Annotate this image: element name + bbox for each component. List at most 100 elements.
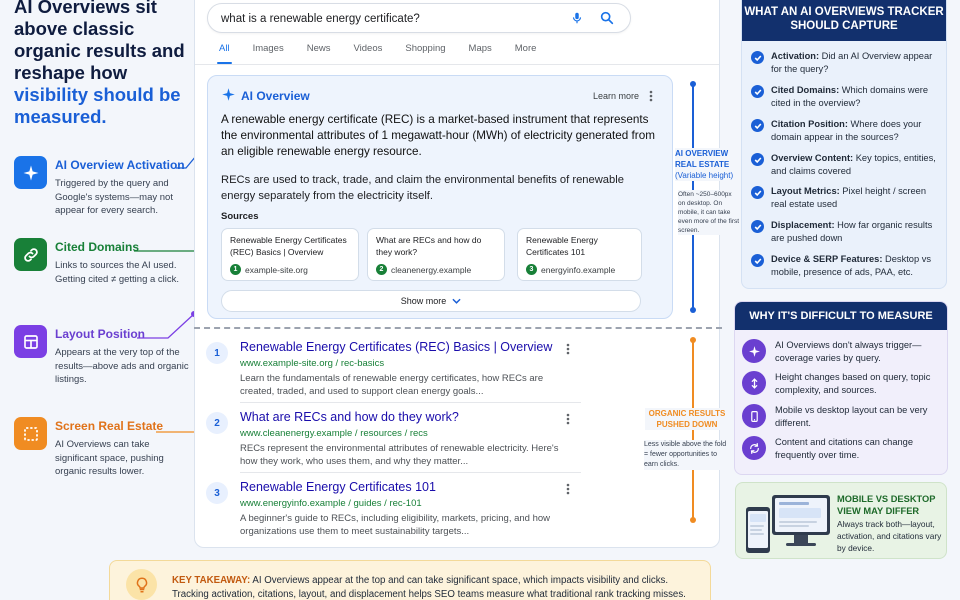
- real-estate-title: AI OVERVIEW REAL ESTATE: [675, 149, 730, 169]
- result-url[interactable]: www.cleanenergy.example / resources / re…: [240, 428, 428, 439]
- title-highlight: visibility should be measured.: [14, 84, 181, 127]
- device-text: Always track both—layout, activation, an…: [837, 519, 942, 553]
- difficulty-text: Content and citations can change frequen…: [775, 437, 914, 460]
- organic-note: Less visible above the fold = fewer oppo…: [644, 440, 728, 470]
- check-icon: [751, 220, 764, 233]
- source-title: Renewable Energy Certificates (REC) Basi…: [230, 235, 347, 257]
- checklist-label: Cited Domains:: [771, 85, 840, 95]
- more-options-icon[interactable]: [649, 89, 653, 107]
- more-options-icon[interactable]: [566, 412, 570, 430]
- source-card[interactable]: What are RECs and how do they work? 2 cl…: [367, 228, 505, 281]
- source-title: Renewable Energy Certificates 101: [526, 235, 598, 257]
- key-takeaway-body: AI Overviews appear at the top and can t…: [172, 575, 686, 600]
- source-domain: energyinfo.example: [541, 265, 616, 275]
- device-heading: MOBILE VS DESKTOP VIEW MAY DIFFER: [837, 494, 936, 516]
- result-snippet: RECs represent the environmental attribu…: [240, 443, 559, 467]
- ai-overview-detail: RECs are used to track, trade, and claim…: [221, 174, 624, 202]
- feature-desc: Links to sources the AI used. Getting ci…: [55, 260, 180, 285]
- more-options-icon[interactable]: [566, 482, 570, 500]
- checklist-label: Overview Content:: [771, 153, 854, 163]
- result-number: 3: [206, 482, 228, 504]
- checklist-label: Activation:: [771, 51, 820, 61]
- real-estate-label: AI OVERVIEW REAL ESTATE (Variable height…: [675, 148, 739, 181]
- ai-overview-summary: A renewable energy certificate (REC) is …: [221, 113, 655, 158]
- result-title-link[interactable]: What are RECs and how do they work?: [240, 410, 459, 424]
- source-card[interactable]: Renewable Energy Certificates 101 3 ener…: [517, 228, 642, 281]
- checklist-label: Displacement:: [771, 220, 835, 230]
- tab-shopping[interactable]: Shopping: [405, 43, 445, 64]
- checklist-label: Device & SERP Features:: [771, 254, 883, 264]
- search-query[interactable]: what is a renewable energy certificate?: [221, 13, 420, 25]
- check-icon: [751, 153, 764, 166]
- source-domain: cleanenergy.example: [391, 265, 472, 275]
- result-title-link[interactable]: Renewable Energy Certificates 101: [240, 480, 436, 494]
- source-domain: example-site.org: [245, 265, 308, 275]
- feature-title: Cited Domains: [55, 240, 140, 254]
- vertical-resize-icon: [742, 371, 766, 395]
- organic-results-rail: [690, 337, 696, 523]
- checklist-label: Layout Metrics:: [771, 186, 840, 196]
- source-card[interactable]: Renewable Energy Certificates (REC) Basi…: [221, 228, 359, 281]
- source-number: 3: [526, 264, 537, 275]
- tab-videos[interactable]: Videos: [353, 43, 382, 64]
- difficulty-panel: WHY IT'S DIFFICULT TO MEASURE AI Overvie…: [734, 301, 948, 475]
- tab-more[interactable]: More: [515, 43, 537, 64]
- result-title-link[interactable]: Renewable Energy Certificates (REC) Basi…: [240, 340, 552, 354]
- ai-overview-box: AI Overview Learn more A renewable energ…: [207, 75, 673, 319]
- more-options-icon[interactable]: [566, 342, 570, 360]
- check-icon: [751, 186, 764, 199]
- result-snippet: Learn the fundamentals of renewable ener…: [240, 373, 544, 397]
- result-number: 2: [206, 412, 228, 434]
- fold-divider: [194, 327, 722, 329]
- source-title: What are RECs and how do they work?: [376, 235, 482, 257]
- sparkle-icon: [14, 156, 47, 189]
- feature-desc: Triggered by the query and Google's syst…: [55, 178, 173, 216]
- tab-all[interactable]: All: [217, 43, 232, 64]
- real-estate-sub: (Variable height): [675, 171, 734, 180]
- real-estate-note: Often ~250–600px on desktop. On mobile, …: [678, 190, 740, 235]
- show-more-button[interactable]: Show more: [221, 290, 641, 312]
- devices-illustration: [746, 495, 830, 553]
- check-icon: [751, 254, 764, 267]
- mic-icon[interactable]: [570, 10, 584, 31]
- checklist-label: Citation Position:: [771, 119, 848, 129]
- search-bar[interactable]: what is a renewable energy certificate?: [207, 3, 631, 33]
- feature-title: Layout Position: [55, 327, 145, 341]
- sparkle-icon: [742, 339, 766, 363]
- tab-images[interactable]: Images: [253, 43, 284, 64]
- check-icon: [751, 51, 764, 64]
- feature-title: Screen Real Estate: [55, 419, 164, 433]
- result-number: 1: [206, 342, 228, 364]
- layout-icon: [14, 325, 47, 358]
- chevron-down-icon: [452, 296, 461, 306]
- feature-desc: Appears at the very top of the results—a…: [55, 347, 189, 385]
- lightbulb-icon: [126, 569, 157, 600]
- mobile-device-icon: [742, 404, 766, 428]
- feature-desc: AI Overviews can take significant space,…: [55, 439, 164, 477]
- check-icon: [751, 85, 764, 98]
- feature-title: AI Overview Activation: [55, 158, 185, 172]
- difficulty-text: AI Overviews don't always trigger—covera…: [775, 340, 922, 363]
- tracker-heading: WHAT AN AI OVERVIEWS TRACKER SHOULD CAPT…: [742, 0, 946, 41]
- result-divider: [240, 402, 581, 403]
- ai-overview-title: AI Overview: [241, 89, 310, 103]
- tracker-checklist-panel: WHAT AN AI OVERVIEWS TRACKER SHOULD CAPT…: [741, 0, 947, 289]
- tab-maps[interactable]: Maps: [469, 43, 492, 64]
- key-takeaway-banner: KEY TAKEAWAY: AI Overviews appear at the…: [109, 560, 711, 600]
- result-url[interactable]: www.energyinfo.example / guides / rec-10…: [240, 498, 422, 509]
- search-icon[interactable]: [599, 10, 615, 31]
- show-more-label: Show more: [400, 296, 447, 306]
- refresh-icon: [742, 436, 766, 460]
- tabs-divider: [195, 64, 719, 65]
- sources-heading: Sources: [221, 211, 259, 222]
- learn-more-link[interactable]: Learn more: [593, 91, 639, 101]
- result-divider: [240, 472, 581, 473]
- frame-icon: [14, 417, 47, 450]
- difficulty-heading: WHY IT'S DIFFICULT TO MEASURE: [735, 302, 947, 330]
- difficulty-text: Mobile vs desktop layout can be very dif…: [775, 405, 928, 428]
- result-url[interactable]: www.example-site.org / rec-basics: [240, 358, 384, 369]
- infographic-title: AI Overviews sit above classic organic r…: [14, 0, 194, 128]
- tab-news[interactable]: News: [307, 43, 331, 64]
- source-number: 1: [230, 264, 241, 275]
- ai-sparkle-icon: [221, 87, 236, 107]
